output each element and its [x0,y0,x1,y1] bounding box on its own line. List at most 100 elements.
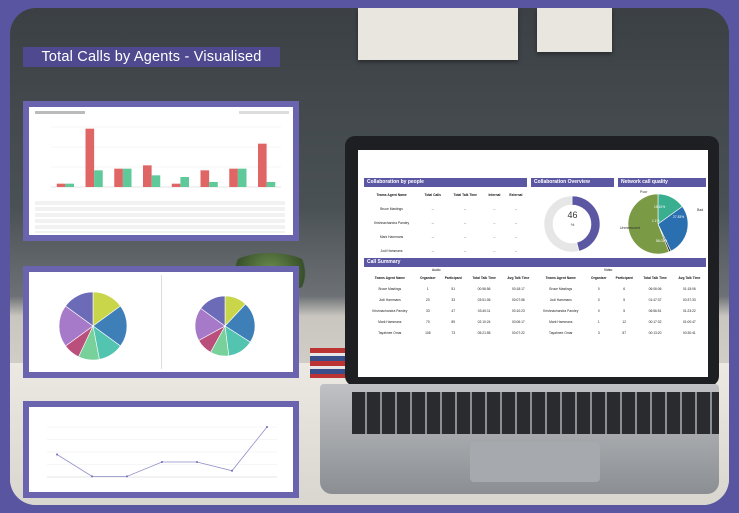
bar-chart-bar [56,183,66,187]
bar-chart-bar [209,182,218,187]
table-cell: 00:07:22 [511,330,525,335]
line-chart-card [29,407,293,492]
table-cell: Tayahnee Omar [378,330,402,335]
banner-title: Total Calls by Agents - Visualised [23,47,280,67]
pie-divider [161,275,162,369]
table-row: Jodi Hammans -- -- -- -- [364,244,527,258]
table-cell: 89 [451,319,456,324]
table-cell: 1 [426,286,429,291]
bar-chart-bar [114,168,123,187]
table-cell: Krishnachandra Pandey [543,308,579,313]
wall-frame-right [537,8,612,52]
bar-chart-table [35,201,285,233]
bar-chart-bar [151,175,161,187]
table-cell: 00:13:20 [648,330,662,335]
table-header-cell: Teams Agent Name [376,193,407,197]
table-cell: 0 [597,297,600,302]
table-cell: 0 [597,286,600,291]
line-chart-point [126,475,128,478]
pie-chart-card [29,272,293,372]
bar-chart-bar [200,170,210,187]
network-quality-percent: 1.1% [652,219,660,223]
table-cell: -- [493,235,496,239]
table-cell: 01:15:06 [682,286,696,291]
table-cell: 00:10:23 [511,308,525,313]
agent-pie-chart-1 [58,291,128,361]
network-quality-label: Bad [697,208,703,212]
bar-chart-bar [266,182,276,187]
table-cell: 73 [451,330,456,335]
table-header-cell: Total Talk Time [453,193,477,197]
table-row: Tayahnee Omar 106 73 05:21:55 00:07:22 Tayahn… [364,327,706,338]
bar-chart-bar [229,168,238,187]
call-summary-header-row: Teams Agent Name Organiser Participant Tota… [364,272,706,283]
collab-overview-header: Collaboration Overview [531,178,614,187]
table-cell: Bruce Mastings [549,286,573,291]
line-chart-point [196,461,198,463]
table-cell: -- [431,221,434,225]
table-cell: Krishnachandra Pandey [373,221,410,225]
table-cell: 05:21:55 [477,330,491,335]
table-cell: 70 [425,319,430,324]
bar-chart-toolbar [239,111,289,114]
table-cell: Bruce Mastings [378,286,402,291]
table-cell: Tayahnee Omar [549,330,573,335]
table-row: Bruce Mastings -- -- -- -- [364,202,527,216]
table-header-cell: Organiser [420,275,436,280]
bar-chart-panel [23,101,299,241]
table-cell: 6 [623,286,626,291]
bar-chart-card [29,107,293,235]
table-cell: 5 [623,297,626,302]
table-cell: 3 [597,330,600,335]
table-header-cell: Total Calls [424,193,441,197]
collab-overview-value: 46 [567,210,578,220]
table-cell: 01:23:22 [682,308,696,313]
laptop-trackpad [470,442,600,482]
network-quality-percent: 27.83% [673,215,684,219]
line-chart-point [56,453,58,456]
table-cell: 12 [622,319,627,324]
table-cell: Jodi Hammans [549,297,572,302]
table-cell: Krishnachandra Pandey [372,308,408,313]
table-header-cell: Teams Agent Name [374,275,405,280]
table-cell: 00:37:33 [682,297,696,302]
call-summary-header: Call Summary [364,258,706,267]
table-header-cell: Organiser [591,275,607,280]
table-cell: 03:40:11 [477,308,491,313]
table-cell: 00:56:56 [477,286,491,291]
line-chart-point [266,426,268,428]
table-header-cell: Teams Agent Name [545,275,576,280]
table-cell: -- [431,207,434,211]
table-header-cell: Total Talk Time [472,275,496,280]
table-cell: -- [464,249,467,253]
line-chart-point [231,469,233,472]
table-cell: -- [514,221,517,225]
network-quality-label: Unmeasured [620,226,640,230]
bar-chart-bar [65,183,74,187]
promo-frame: Total Calls by Agents - Visualised Colla… [0,0,739,513]
table-cell: -- [514,207,517,211]
table-header-cell: Total Talk Time [643,275,667,280]
network-quality-header: Network call quality [618,178,706,187]
table-cell: -- [464,221,467,225]
bar-chart-bar [85,128,95,187]
table-cell: 106 [425,330,431,335]
table-cell: 00:30:41 [682,330,696,335]
table-cell: -- [493,207,496,211]
line-chart-panel [23,401,299,498]
bar-chart-bar [180,177,189,187]
agent-performance-line-chart [47,426,277,478]
table-cell: Bruce Mastings [380,207,403,211]
table-cell: Mark Hammans [549,319,573,324]
bar-chart-bar [94,170,103,187]
table-cell: 47 [451,308,456,313]
network-quality-percent: 56.01% [656,239,667,243]
table-cell: 33 [425,308,430,313]
line-chart-point [91,475,93,478]
collab-overview-unit: % [570,222,575,227]
laptop-screen: Collaboration by people Teams Agent Name… [358,150,708,377]
table-cell: 01:47:37 [648,297,662,302]
bar-chart-bar [258,143,267,187]
table-row: Jodi Hammans 20 33 03:51:06 00:07:56 Jodi Ham… [364,294,706,305]
table-row: Bruce Mastings 1 51 00:56:56 00:18:17 Bruce M… [364,283,706,294]
